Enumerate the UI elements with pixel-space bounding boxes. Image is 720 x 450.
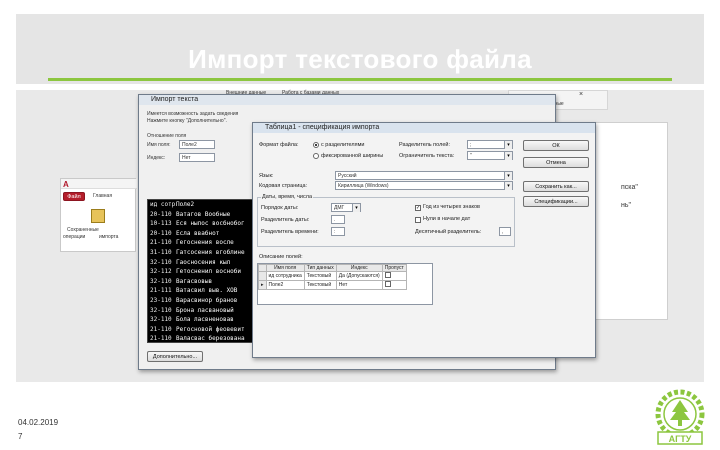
ok-button[interactable]: ОК: [523, 140, 589, 151]
index-select[interactable]: Нет: [179, 153, 215, 162]
grid-header: Индекс: [335, 264, 383, 272]
lang-select[interactable]: Русский ▾: [335, 171, 513, 180]
list-item: 31-110 Гатсосения вгоблине: [150, 248, 245, 256]
title-underline: [48, 78, 672, 81]
slide-title: Импорт текстового файла: [188, 44, 532, 74]
back-window-right: пска" нь": [586, 122, 668, 320]
grid-header: Пропуст: [381, 264, 407, 272]
university-logo: АГТУ: [655, 389, 705, 445]
file-tab[interactable]: Файл: [63, 192, 85, 201]
field-name-input[interactable]: Поле2: [179, 140, 215, 149]
saved-imports-icon[interactable]: [91, 209, 105, 223]
saved-label-1: Сохраненные: [67, 227, 99, 233]
fields-table: Имя поля Тип данных Индекс Пропуст ид со…: [258, 264, 407, 290]
index-label: Индекс:: [147, 155, 166, 161]
decimal-label: Десятичный разделитель:: [415, 229, 482, 235]
four-digit-checkbox[interactable]: ✓: [415, 205, 421, 211]
row-selector-icon: ▸: [258, 280, 267, 290]
list-item: 20-110 Ватагов Вообные: [150, 210, 231, 218]
list-item: 20-110 Есла ввабнот: [150, 229, 220, 237]
date-order-select[interactable]: ДМГ ▾: [331, 203, 361, 212]
list-item: ид сотрПоле2: [150, 201, 195, 208]
saved-label-3: импорта: [99, 234, 119, 240]
leading-zeros-checkbox[interactable]: [415, 217, 421, 223]
list-item: 32-110 Вагасвовыв: [150, 277, 213, 285]
more-button[interactable]: Дополнительно...: [147, 351, 203, 362]
field-options-label: Отношение поля: [147, 133, 187, 139]
field-sep-label: Разделитель полей:: [399, 142, 450, 148]
leading-zeros-label: Нули в начале дат: [423, 216, 471, 222]
fixed-label: фиксированной ширины: [321, 153, 384, 159]
field-sep-select[interactable]: ; ▾: [467, 140, 513, 149]
svg-text:АГТУ: АГТУ: [669, 434, 692, 444]
list-item: 21-110 Гегоснения восле: [150, 239, 234, 247]
delimited-label: с разделителями: [321, 142, 365, 148]
time-sep-input[interactable]: :: [331, 227, 345, 236]
dates-group-label: Даты, время, числа: [261, 194, 314, 201]
table-row[interactable]: ид сотрудника Текстовый Да (Допускаются): [258, 271, 407, 281]
skip-checkbox[interactable]: [384, 272, 391, 278]
home-tab[interactable]: Главная: [93, 193, 112, 199]
right-text-1: пска": [621, 184, 638, 191]
grid-header: Тип данных: [303, 264, 337, 272]
lang-label: Язык:: [259, 173, 274, 179]
slide-date: 04.02.2019: [18, 418, 59, 427]
chevron-down-icon: ▾: [504, 141, 512, 149]
wizard-titlebar: Импорт текста: [139, 95, 555, 105]
spec-titlebar: Таблица1 - спецификация импорта: [253, 123, 595, 133]
specs-button[interactable]: Спецификации...: [523, 196, 589, 207]
chevron-down-icon: ▾: [504, 182, 512, 190]
skip-checkbox[interactable]: [384, 281, 391, 287]
save-as-button[interactable]: Сохранить как...: [523, 181, 589, 192]
chevron-down-icon: ▾: [504, 172, 512, 180]
format-label: Формат файла:: [259, 142, 299, 148]
table-row[interactable]: ▸ Поле2 Текстовый Нет: [258, 280, 407, 290]
list-item: 32-110 Гаосносения кыл: [150, 258, 231, 266]
preview-pane[interactable]: ид сотрПоле2 20-110 Ватагов Вообные 10-113 Е…: [147, 199, 257, 343]
fields-grid[interactable]: Имя поля Тип данных Индекс Пропуст ид со…: [257, 263, 433, 305]
codepage-select[interactable]: Кириллица (Windows) ▾: [335, 181, 513, 190]
list-item: 21-111 Ватасвил выв. ХОВ: [150, 287, 238, 295]
chevron-down-icon: ▾: [504, 152, 512, 160]
cancel-button[interactable]: Отмена: [523, 157, 589, 168]
chevron-down-icon: ▾: [352, 204, 360, 212]
decimal-input[interactable]: ,: [499, 227, 511, 236]
date-order-label: Порядок даты:: [261, 205, 299, 211]
screenshot-panel: A Файл Главная Сохраненные операции импо…: [16, 90, 704, 382]
list-item: 21-110 Регосновой феовевит: [150, 325, 245, 333]
delimited-radio[interactable]: [313, 142, 319, 148]
date-sep-input[interactable]: .: [331, 215, 345, 224]
four-digit-label: Год из четырех знаков: [423, 204, 480, 210]
wizard-intro-1: Имеется возможность задать сведения: [147, 111, 239, 117]
access-titlebar: A: [61, 179, 137, 189]
text-qual-select[interactable]: " ▾: [467, 151, 513, 160]
date-sep-label: Разделитель даты:: [261, 217, 310, 223]
saved-label-2: операции: [63, 234, 86, 240]
wizard-intro-2: Нажмите кнопку "Дополнительно".: [147, 118, 227, 124]
list-item: 32-110 Бола ласвненовав: [150, 316, 234, 324]
slide: Импорт текстового файла A Файл Главная С…: [0, 0, 720, 450]
list-item: 10-113 Еся ныпос восбнобог: [150, 220, 245, 228]
list-item: 32-110 Брона ласвановый: [150, 306, 234, 314]
access-window: A Файл Главная Сохраненные операции импо…: [60, 178, 137, 252]
field-name-label: Имя поля:: [147, 142, 171, 148]
close-icon[interactable]: ×: [579, 91, 583, 98]
right-text-2: нь": [621, 202, 631, 209]
list-item: 32-112 Гетосненил восноби: [150, 268, 242, 276]
list-item: 21-110 Валасвас березована: [150, 335, 245, 343]
fixed-radio[interactable]: [313, 153, 319, 159]
access-logo-icon: A: [63, 180, 69, 189]
fields-label: Описание полей:: [259, 254, 303, 260]
page-number: 7: [18, 432, 23, 441]
codepage-label: Кодовая страница:: [259, 183, 308, 189]
spec-dialog: Таблица1 - спецификация импорта Формат ф…: [252, 122, 596, 358]
list-item: 23-110 Варасвинор бранов: [150, 296, 238, 304]
text-qual-label: Ограничитель текста:: [399, 153, 455, 159]
time-sep-label: Разделитель времени:: [261, 229, 319, 235]
grid-header: Имя поля: [265, 264, 305, 272]
